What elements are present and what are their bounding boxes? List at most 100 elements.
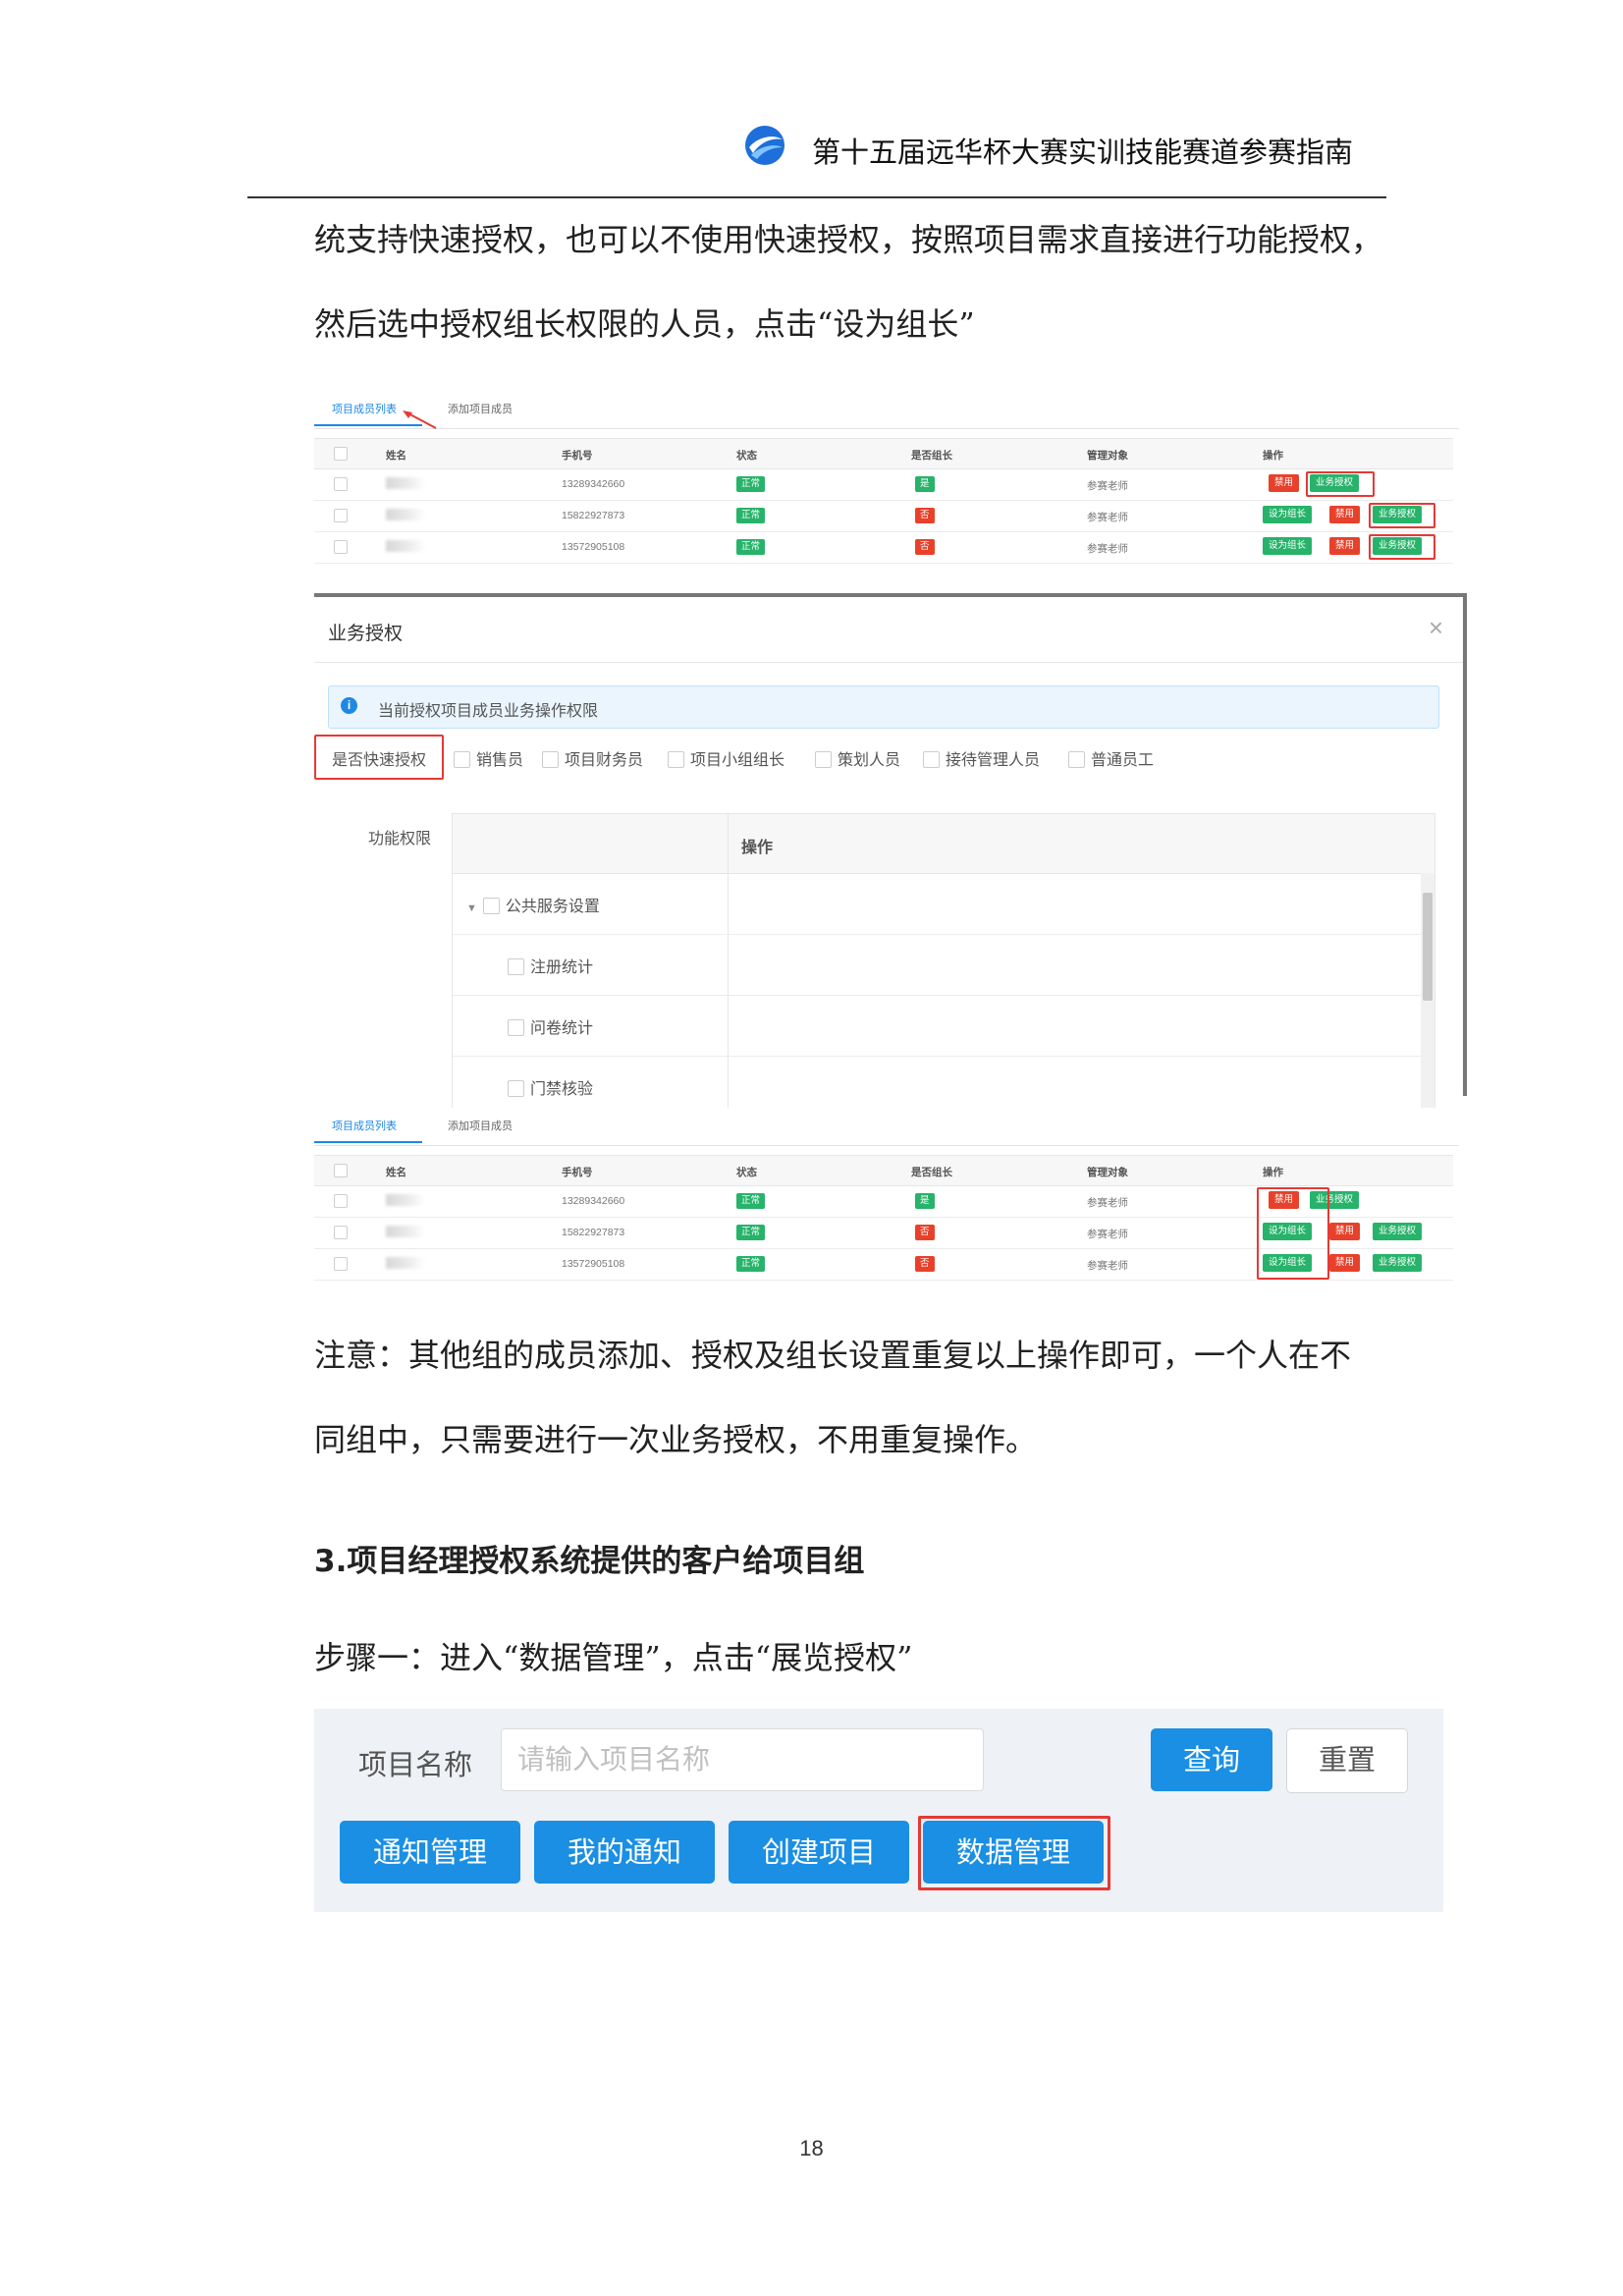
notice-management-button[interactable]: 通知管理 — [340, 1821, 520, 1884]
row-checkbox[interactable] — [334, 509, 348, 522]
close-icon[interactable]: × — [1429, 613, 1443, 643]
table-row: 13572905108 正常 否 参赛老师 设为组长 禁用 业务授权 — [314, 531, 1453, 564]
table-row: 15822927873 正常 否 参赛老师 设为组长 禁用 业务授权 — [314, 500, 1453, 532]
tree-row: ▼ 公共服务设置 — [453, 873, 1421, 935]
leader-badge: 是 — [915, 1193, 935, 1209]
checkbox[interactable] — [508, 958, 524, 975]
paragraph-line: 然后选中授权组长权限的人员，点击“设为组长” — [314, 305, 975, 343]
project-name-input[interactable] — [515, 1729, 971, 1788]
page-number: 18 — [799, 2136, 824, 2160]
checkbox[interactable] — [923, 751, 940, 768]
tree-item-label: 门禁核验 — [530, 1081, 594, 1098]
row-target: 参赛老师 — [1087, 512, 1128, 523]
checkbox[interactable] — [542, 751, 559, 768]
checkbox[interactable] — [482, 898, 500, 914]
highlight-box — [314, 735, 444, 780]
query-button[interactable]: 查询 — [1151, 1728, 1272, 1791]
leader-badge: 否 — [915, 1225, 935, 1240]
tree-item-label: 注册统计 — [530, 959, 594, 976]
tab-member-list[interactable]: 项目成员列表 — [332, 401, 397, 416]
leader-badge: 否 — [915, 1256, 935, 1272]
row-checkbox[interactable] — [334, 477, 348, 491]
checkbox[interactable] — [1068, 751, 1085, 768]
dialog-title: 业务授权 — [328, 624, 404, 644]
project-search-panel: 项目名称 查询 重置 通知管理 我的通知 创建项目 数据管理 — [314, 1709, 1443, 1912]
function-permission-label: 功能权限 — [368, 831, 432, 847]
scrollbar-thumb[interactable] — [1423, 893, 1433, 1001]
status-badge: 正常 — [736, 539, 766, 555]
section-heading: 3.项目经理授权系统提供的客户给项目组 — [314, 1544, 865, 1579]
role-label: 项目小组组长 — [690, 752, 785, 769]
checkbox[interactable] — [454, 751, 470, 768]
row-target: 参赛老师 — [1087, 1229, 1128, 1240]
col-status: 状态 — [736, 450, 757, 462]
tree-row: 注册统计 — [453, 934, 1421, 996]
scrollbar[interactable] — [1421, 873, 1434, 1109]
status-badge: 正常 — [736, 476, 766, 492]
row-checkbox[interactable] — [334, 1226, 348, 1239]
row-checkbox[interactable] — [334, 540, 348, 554]
my-notices-button[interactable]: 我的通知 — [534, 1821, 715, 1884]
status-badge: 正常 — [736, 1225, 766, 1240]
alert-text: 当前授权项目成员业务操作权限 — [378, 703, 599, 720]
role-option[interactable]: 接待管理人员 — [923, 746, 1040, 770]
set-leader-button[interactable]: 设为组长 — [1263, 506, 1313, 523]
role-option[interactable]: 普通员工 — [1068, 746, 1154, 770]
highlight-box — [1369, 534, 1435, 560]
col-status: 状态 — [736, 1167, 757, 1178]
tree-item[interactable]: 问卷统计 — [508, 1014, 593, 1038]
row-checkbox[interactable] — [334, 1257, 348, 1271]
caret-down-icon[interactable]: ▼ — [466, 902, 477, 914]
tree-item-label: 问卷统计 — [530, 1020, 594, 1037]
disable-button[interactable]: 禁用 — [1329, 537, 1361, 555]
role-label: 销售员 — [476, 752, 524, 769]
role-label: 策划人员 — [838, 752, 901, 769]
tree-item[interactable]: 门禁核验 — [508, 1075, 593, 1099]
checkbox[interactable] — [815, 751, 832, 768]
disable-button[interactable]: 禁用 — [1269, 474, 1300, 492]
row-target: 参赛老师 — [1087, 1260, 1128, 1272]
role-option[interactable]: 策划人员 — [815, 746, 900, 770]
info-alert: i 当前授权项目成员业务操作权限 — [328, 685, 1439, 729]
info-icon: i — [341, 697, 357, 714]
checkbox[interactable] — [508, 1080, 524, 1097]
authorize-button[interactable]: 业务授权 — [1373, 1223, 1423, 1240]
reset-button[interactable]: 重置 — [1286, 1728, 1408, 1793]
select-all-checkbox[interactable] — [334, 447, 348, 461]
checkbox[interactable] — [508, 1019, 524, 1036]
highlight-box — [1369, 503, 1435, 528]
row-checkbox[interactable] — [334, 1194, 348, 1208]
highlight-box — [1257, 1187, 1329, 1280]
tree-group[interactable]: ▼ 公共服务设置 — [466, 893, 600, 916]
permission-table-header: 操作 — [453, 814, 1434, 874]
tab-add-member[interactable]: 添加项目成员 — [448, 401, 513, 416]
project-name-label: 项目名称 — [358, 1748, 473, 1781]
leader-badge: 否 — [915, 539, 935, 555]
role-option[interactable]: 销售员 — [454, 746, 523, 770]
blurred-name — [386, 1257, 425, 1269]
tab-member-list[interactable]: 项目成员列表 — [332, 1118, 397, 1133]
set-leader-button[interactable]: 设为组长 — [1263, 537, 1313, 555]
table-header: 姓名 手机号 状态 是否组长 管理对象 操作 — [314, 438, 1453, 469]
tab-add-member[interactable]: 添加项目成员 — [448, 1118, 513, 1133]
col-target: 管理对象 — [1087, 450, 1128, 462]
disable-button[interactable]: 禁用 — [1329, 506, 1361, 523]
select-all-checkbox[interactable] — [334, 1164, 348, 1177]
paragraph-line: 同组中，只需要进行一次业务授权，不用重复操作。 — [314, 1421, 1038, 1458]
logo-icon — [745, 126, 784, 165]
role-option[interactable]: 项目财务员 — [542, 746, 643, 770]
checkbox[interactable] — [668, 751, 684, 768]
col-actions: 操作 — [1263, 1167, 1283, 1178]
create-project-button[interactable]: 创建项目 — [729, 1821, 909, 1884]
role-option[interactable]: 项目小组组长 — [668, 746, 784, 770]
authorize-button[interactable]: 业务授权 — [1373, 1254, 1423, 1272]
disable-button[interactable]: 禁用 — [1329, 1254, 1361, 1272]
header-title: 第十五届远华杯大赛实训技能赛道参赛指南 — [812, 136, 1354, 169]
tree-item[interactable]: 注册统计 — [508, 954, 593, 977]
divider — [314, 662, 1463, 663]
col-target: 管理对象 — [1087, 1167, 1128, 1178]
disable-button[interactable]: 禁用 — [1329, 1223, 1361, 1240]
ops-header: 操作 — [741, 840, 774, 856]
paragraph-line: 统支持快速授权，也可以不使用快速授权，按照项目需求直接进行功能授权， — [314, 221, 1383, 258]
leader-badge: 否 — [915, 508, 935, 523]
